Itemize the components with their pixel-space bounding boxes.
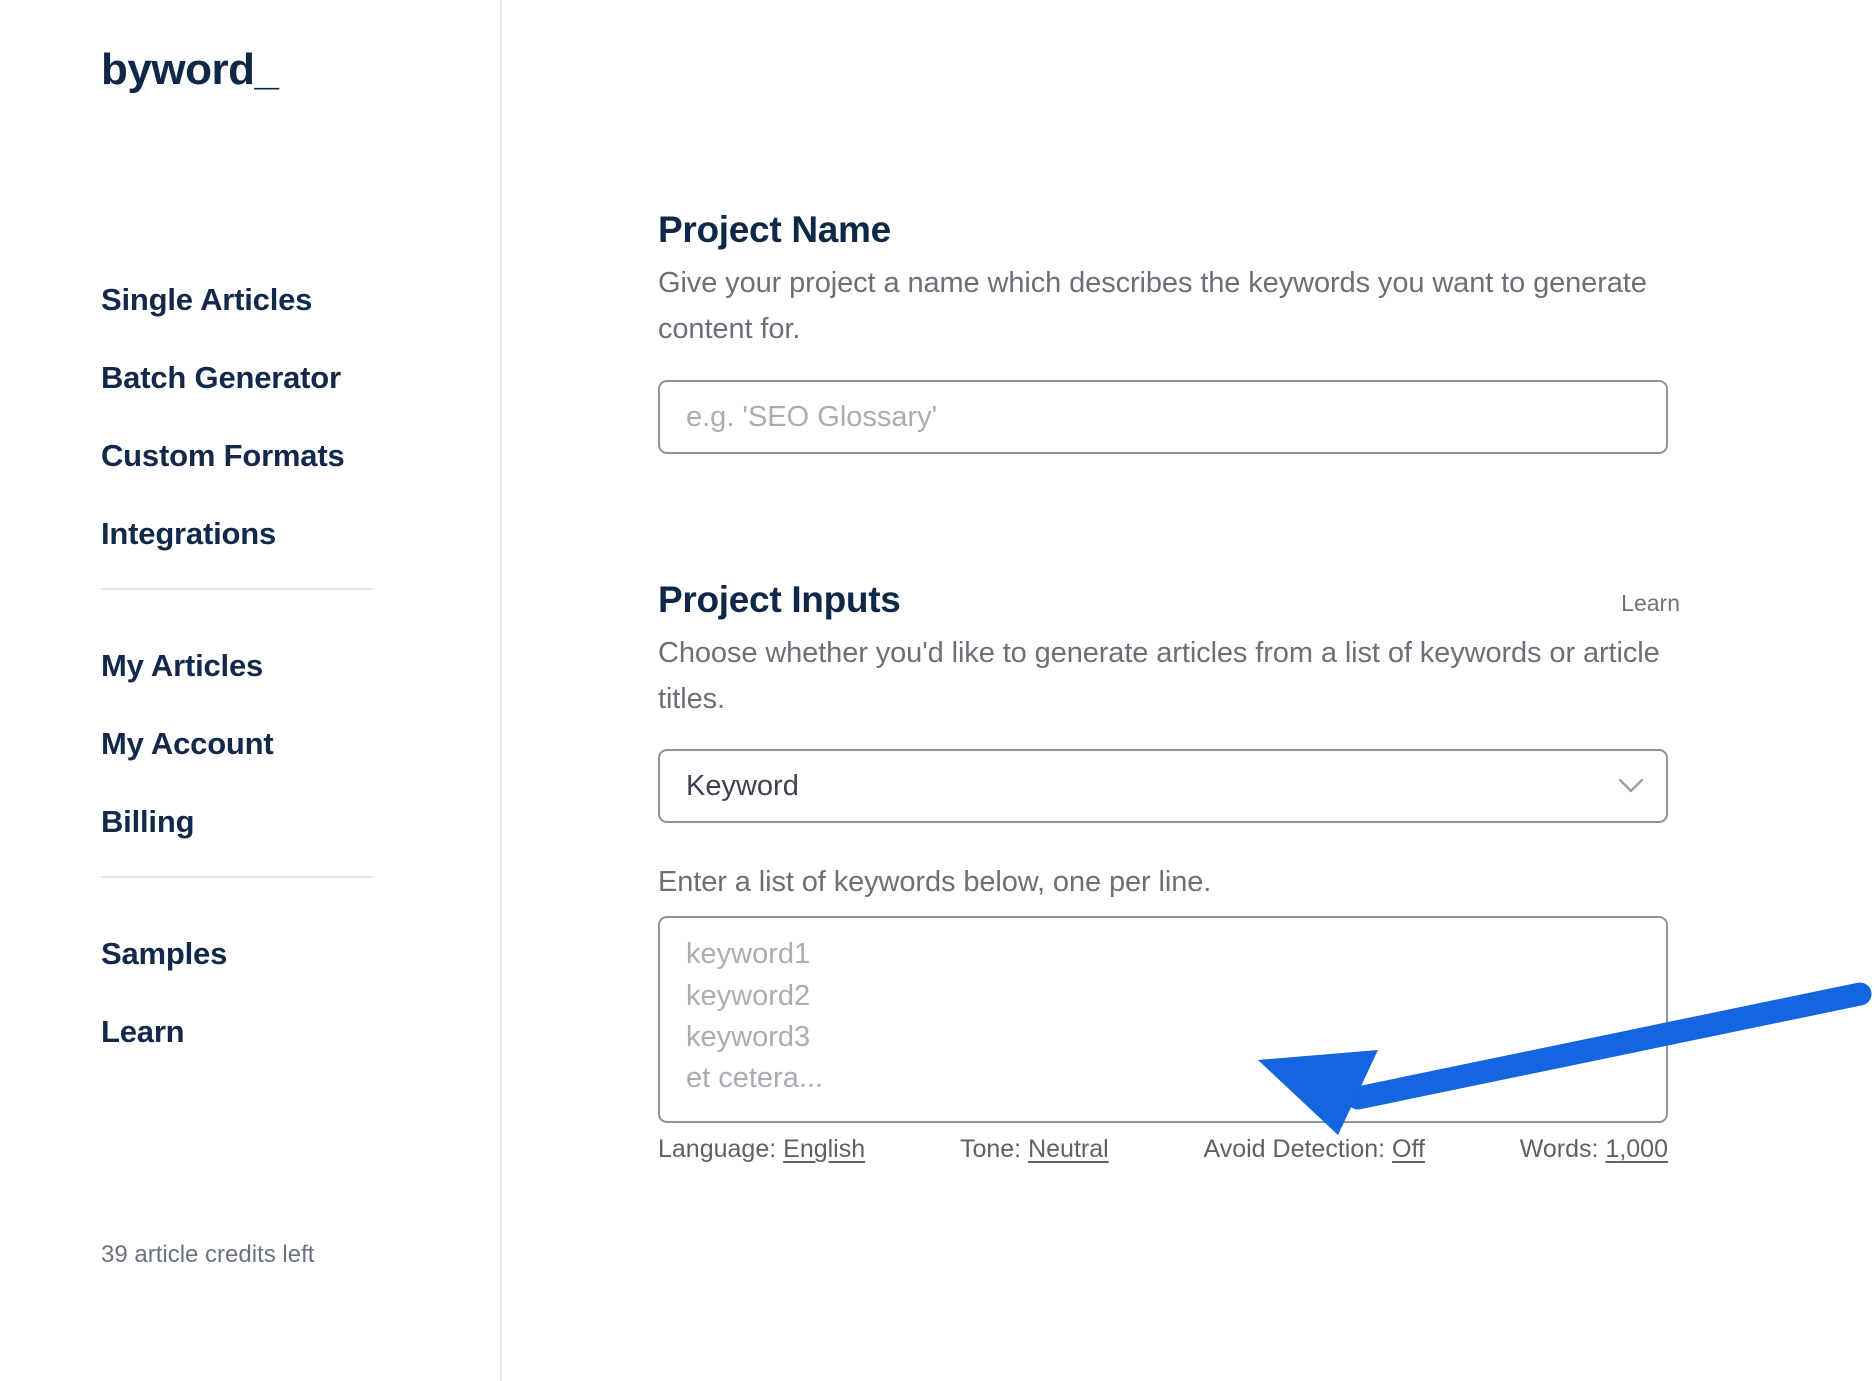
project-name-title: Project Name <box>658 209 891 250</box>
sidebar-divider-2 <box>101 876 373 878</box>
project-inputs-section: Project Inputs Learn Choose whether you'… <box>658 454 1680 1162</box>
form-container: Project Name Give your project a name wh… <box>658 0 1680 1162</box>
project-inputs-description: Choose whether you'd like to generate ar… <box>658 637 1660 715</box>
sidebar-item-batch-generator[interactable]: Batch Generator <box>101 362 391 393</box>
sidebar-nav: Single Articles Batch Generator Custom F… <box>101 284 391 1094</box>
sidebar-item-single-articles[interactable]: Single Articles <box>101 284 391 315</box>
sidebar-item-my-account[interactable]: My Account <box>101 728 391 759</box>
sidebar-item-my-articles[interactable]: My Articles <box>101 650 391 681</box>
sidebar-divider-1 <box>101 588 373 590</box>
byword-logo[interactable]: byword_ <box>101 48 279 92</box>
setting-language-label: Language: <box>658 1135 777 1164</box>
setting-words: Words: 1,000 <box>1520 1137 1668 1162</box>
sidebar-item-learn[interactable]: Learn <box>101 1016 391 1047</box>
sidebar-item-billing[interactable]: Billing <box>101 806 391 837</box>
setting-tone-label: Tone: <box>959 1135 1022 1164</box>
setting-avoid-detection-label: Avoid Detection: <box>1203 1135 1386 1164</box>
project-inputs-title: Project Inputs <box>658 579 901 621</box>
setting-words-label: Words: <box>1519 1135 1599 1164</box>
project-name-input[interactable] <box>658 380 1668 455</box>
setting-avoid-detection: Avoid Detection: Off <box>1203 1137 1424 1162</box>
input-type-select-wrapper: Keyword Title <box>658 748 1668 823</box>
keywords-instruction-label: Enter a list of keywords below, one per … <box>658 865 1212 898</box>
project-name-header: Project Name <box>658 209 1680 251</box>
sidebar-item-integrations[interactable]: Integrations <box>101 518 391 549</box>
main-content: Project Name Give your project a name wh… <box>502 0 1875 1381</box>
project-name-section: Project Name Give your project a name wh… <box>658 0 1680 455</box>
setting-avoid-detection-value[interactable]: Off <box>1392 1135 1425 1163</box>
learn-link[interactable]: Learn <box>1621 592 1680 621</box>
keywords-textarea[interactable] <box>658 916 1668 1124</box>
setting-tone-value[interactable]: Neutral <box>1028 1135 1109 1163</box>
generation-settings-row: Language: English Tone: Neutral Avoid De… <box>658 1137 1668 1162</box>
sidebar-item-samples[interactable]: Samples <box>101 938 391 969</box>
sidebar: byword_ Single Articles Batch Generator … <box>0 0 502 1381</box>
project-name-description: Give your project a name which describes… <box>658 266 1647 345</box>
setting-language: Language: English <box>658 1137 865 1162</box>
article-credits-label: 39 article credits left <box>101 1241 315 1268</box>
setting-tone: Tone: Neutral <box>960 1137 1109 1162</box>
setting-words-value[interactable]: 1,000 <box>1605 1135 1668 1163</box>
app-root: byword_ Single Articles Batch Generator … <box>0 0 1875 1381</box>
input-type-select[interactable]: Keyword Title <box>658 748 1668 823</box>
setting-language-value[interactable]: English <box>783 1135 865 1163</box>
project-inputs-header: Project Inputs Learn <box>658 580 1680 621</box>
sidebar-item-custom-formats[interactable]: Custom Formats <box>101 440 391 471</box>
